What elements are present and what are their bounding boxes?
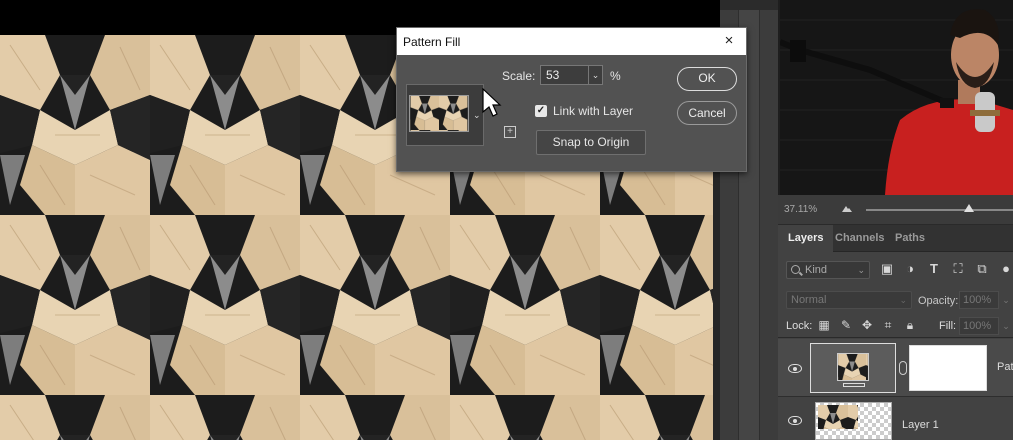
zoom-slider-track[interactable] (866, 209, 1013, 211)
fill-label: Fill: (939, 320, 957, 332)
pattern-fill-thumbnail[interactable] (810, 343, 896, 393)
filter-kind-label: Kind (805, 264, 828, 276)
dialog-title: Pattern Fill (403, 35, 461, 49)
layer-filter-row: Kind ⌄ ▣ ◑ T ⛶ ⧉ ● (778, 252, 1013, 288)
pattern-thumbnail-image (837, 353, 869, 381)
new-preset-button[interactable]: + (504, 126, 516, 138)
smart-object-icon[interactable]: ⧉ (974, 261, 990, 277)
scale-label: Scale: (502, 69, 536, 83)
lock-position-icon[interactable]: ✥ (860, 318, 874, 332)
layer-thumbnail[interactable] (815, 402, 892, 440)
search-icon (791, 265, 800, 274)
layer-row-pattern-fill[interactable]: Patt (778, 339, 1013, 397)
lock-label: Lock: (786, 320, 813, 332)
layer-name[interactable]: Layer 1 (902, 419, 939, 431)
scale-value: 53 (546, 68, 560, 82)
image-icon[interactable]: ▣ (879, 261, 895, 277)
tab-paths[interactable]: Paths (885, 225, 935, 252)
link-chain-icon[interactable] (899, 361, 907, 375)
chevron-down-icon[interactable]: ⌄ (473, 110, 481, 121)
lock-row: Lock: ▦ ✎ ✥ ⌗ 🔒︎ Fill: 100% ⌄ (778, 314, 1013, 338)
shape-icon[interactable]: ⛶ (950, 261, 966, 277)
zoom-out-mountain-icon[interactable] (842, 203, 852, 213)
link-with-layer-label[interactable]: Link with Layer (553, 104, 633, 118)
close-icon[interactable]: × (720, 32, 738, 50)
panel-dock-header (720, 0, 778, 10)
blend-row: Normal ⌄ Opacity: 100% ⌄ (778, 288, 1013, 314)
layer-thumbnail-image (818, 405, 858, 429)
fill-field[interactable]: 100% (959, 317, 999, 335)
eye-icon[interactable] (788, 364, 802, 373)
dialog-titlebar[interactable]: Pattern Fill × (397, 28, 746, 55)
lock-artboard-icon[interactable]: ⌗ (881, 318, 895, 332)
lock-paint-icon[interactable]: ✎ (839, 318, 853, 332)
cancel-button[interactable]: Cancel (677, 101, 737, 125)
chevron-down-icon[interactable]: ⌄ (999, 317, 1013, 335)
webcam-overlay (780, 0, 1013, 195)
layer-mask-thumbnail[interactable] (909, 345, 987, 391)
chevron-down-icon[interactable]: ⌄ (999, 291, 1013, 309)
pattern-swatch[interactable] (409, 95, 469, 132)
navigator-panel: 37.11% (778, 195, 1013, 225)
filter-kind-select[interactable]: Kind ⌄ (786, 261, 870, 279)
layer-name[interactable]: Patt (997, 361, 1013, 373)
chevron-down-icon: ⌄ (899, 295, 907, 305)
filter-toggle-icon[interactable]: ● (998, 261, 1013, 277)
chevron-down-icon[interactable]: ⌄ (588, 66, 602, 84)
scale-unit: % (610, 69, 621, 83)
eye-icon[interactable] (788, 416, 802, 425)
opacity-label: Opacity: (918, 295, 959, 307)
zoom-readout[interactable]: 37.11% (784, 204, 817, 215)
chevron-down-icon: ⌄ (857, 265, 865, 275)
blend-mode-value: Normal (791, 294, 827, 306)
ok-button[interactable]: OK (677, 67, 737, 91)
adjustment-icon[interactable]: ◑ (902, 261, 918, 277)
lock-transparent-icon[interactable]: ▦ (817, 318, 831, 332)
zoom-slider-thumb[interactable] (964, 204, 974, 212)
panel-tab-row: Layers Channels Paths (778, 225, 1013, 252)
snap-to-origin-button[interactable]: Snap to Origin (536, 130, 646, 155)
mouse-pointer-icon (482, 88, 502, 117)
link-with-layer-checkbox[interactable]: ✓ (535, 105, 547, 117)
lock-all-icon[interactable]: 🔒︎ (903, 318, 917, 332)
scale-input[interactable]: 53 ⌄ (540, 65, 603, 85)
blend-mode-select[interactable]: Normal ⌄ (786, 291, 912, 309)
fill-layer-badge-icon (843, 383, 865, 387)
opacity-field[interactable]: 100% (959, 291, 999, 309)
layer-row-layer-1[interactable]: Layer 1 (778, 398, 1013, 440)
pattern-fill-dialog: Pattern Fill × ⌄ + Scale: 53 ⌄ % ✓ Link … (396, 27, 747, 172)
type-icon[interactable]: T (926, 261, 942, 277)
layers-panel: Layers Channels Paths Kind ⌄ ▣ ◑ T ⛶ ⧉ ●… (778, 225, 1013, 440)
